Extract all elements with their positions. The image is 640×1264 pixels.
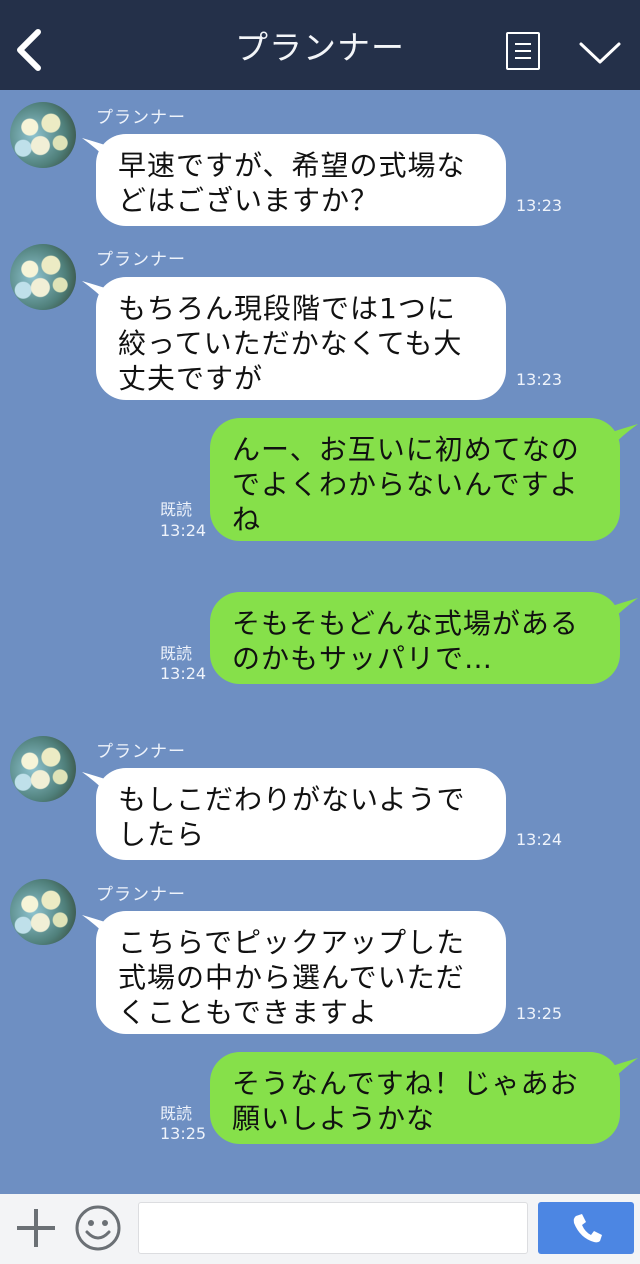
message-time: 13:24 [160, 521, 207, 540]
read-receipt: 既読 [160, 644, 193, 663]
chat-title: プランナー [235, 28, 405, 67]
message-bubble-incoming[interactable]: もちろん現段階では1つに 絞っていただかなくても大 丈夫ですが [96, 277, 506, 400]
read-receipt: 既読 [160, 1104, 193, 1123]
message-bubble-outgoing[interactable]: んー、お互いに初めてなの でよくわからないんですよ ね [210, 418, 620, 541]
avatar[interactable] [10, 244, 76, 310]
message-time: 13:23 [516, 196, 563, 215]
phone-icon [573, 1214, 602, 1243]
sender-name: プランナー [96, 108, 186, 128]
avatar[interactable] [10, 736, 76, 802]
sender-name: プランナー [96, 250, 186, 270]
avatar[interactable] [10, 879, 76, 945]
message-bubble-outgoing[interactable]: そうなんですね！じゃあお 願いしようかな [210, 1052, 620, 1144]
message-bubble-outgoing[interactable]: そもそもどんな式場がある のかもサッパリで… [210, 592, 620, 684]
sender-name: プランナー [96, 742, 186, 762]
bubble-tail [612, 598, 638, 620]
message-bubble-incoming[interactable]: もしこだわりがないようで したら [96, 768, 506, 860]
smile-icon[interactable] [74, 1204, 122, 1252]
sender-name: プランナー [96, 885, 186, 905]
bubble-tail [612, 1058, 638, 1080]
call-button[interactable] [538, 1202, 634, 1254]
message-input[interactable] [138, 1202, 528, 1254]
input-bar [0, 1194, 640, 1264]
chevron-down-icon[interactable] [578, 38, 622, 68]
message-time: 13:24 [516, 830, 563, 849]
message-bubble-incoming[interactable]: こちらでピックアップした 式場の中から選んでいただ くこともできますよ [96, 911, 506, 1034]
message-time: 13:25 [516, 1004, 563, 1023]
bubble-tail [612, 424, 638, 446]
avatar[interactable] [10, 102, 76, 168]
message-bubble-incoming[interactable]: 早速ですが、希望の式場な どはございますか？ [96, 134, 506, 226]
message-time: 13:24 [160, 664, 207, 683]
plus-icon[interactable] [14, 1206, 58, 1250]
message-time: 13:23 [516, 370, 563, 389]
message-time: 13:25 [160, 1124, 207, 1143]
chat-header: プランナー [0, 0, 640, 90]
menu-icon[interactable] [506, 32, 540, 70]
read-receipt: 既読 [160, 500, 193, 519]
